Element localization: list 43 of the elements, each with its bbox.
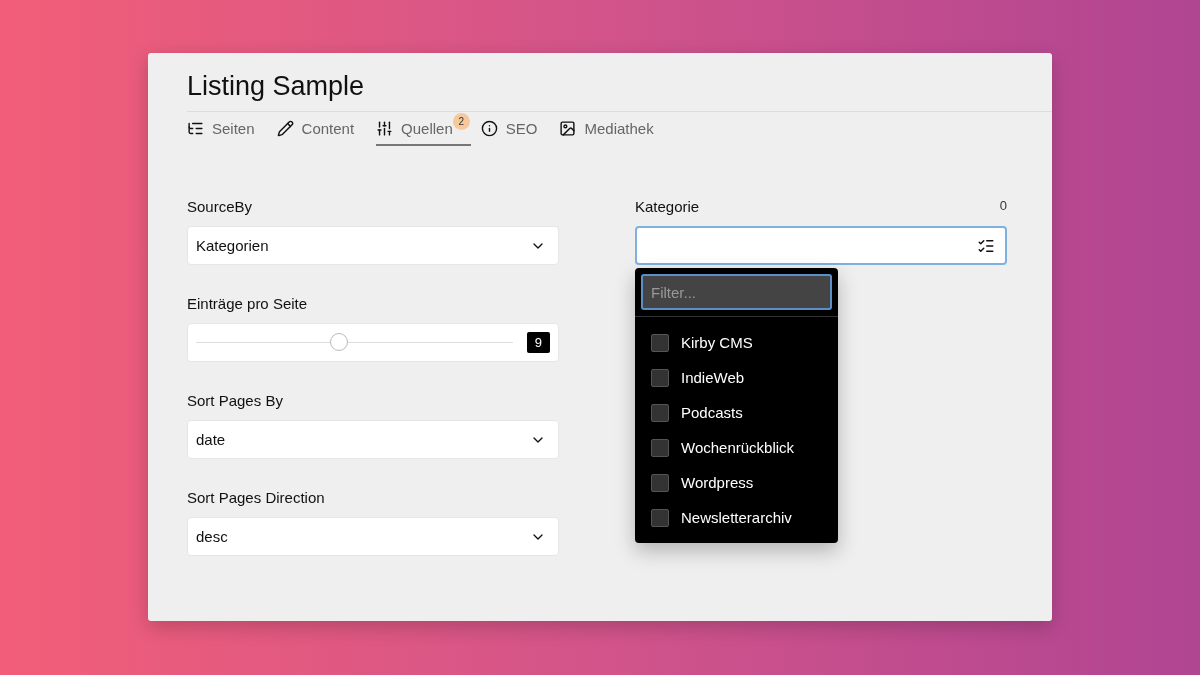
- option-item[interactable]: Podcasts: [635, 395, 838, 430]
- page-title: Listing Sample: [187, 70, 366, 103]
- sliders-icon: [376, 120, 394, 137]
- tab[interactable]: Seiten: [187, 112, 267, 146]
- tab[interactable]: SEO: [480, 112, 550, 146]
- select-field[interactable]: Kategorien: [187, 226, 559, 265]
- option-label: Newsletterarchiv: [681, 509, 792, 526]
- field-label: Kategorie: [635, 198, 700, 215]
- checkbox[interactable]: [651, 438, 669, 457]
- option-item[interactable]: IndieWeb: [635, 360, 838, 395]
- filter-field[interactable]: Filter...: [641, 274, 832, 310]
- option-label: Wordpress: [681, 474, 754, 491]
- checkbox[interactable]: [651, 403, 669, 422]
- select-field[interactable]: date: [187, 420, 559, 459]
- select-field[interactable]: desc: [187, 517, 559, 556]
- field-label: Sort Pages By: [187, 392, 284, 409]
- field-label: SourceBy: [187, 198, 254, 215]
- field-label: Einträge pro Seite: [187, 295, 309, 312]
- option-item[interactable]: Wordpress: [635, 465, 838, 500]
- option-label: IndieWeb: [681, 369, 745, 386]
- tab[interactable]: Mediathek: [559, 112, 666, 146]
- checkbox[interactable]: [651, 333, 669, 352]
- image-icon: [559, 120, 577, 137]
- checkbox[interactable]: [651, 473, 669, 492]
- option-label: Kirby CMS: [681, 334, 753, 351]
- field-label: Sort Pages Direction: [187, 489, 326, 506]
- slider-value: 9: [526, 332, 550, 353]
- checkbox[interactable]: [651, 508, 669, 527]
- option-item[interactable]: Kirby CMS: [635, 325, 838, 360]
- count-badge: 2: [452, 113, 470, 130]
- option-item[interactable]: Newsletterarchiv: [635, 500, 838, 535]
- info-icon: [480, 120, 498, 137]
- tree-icon: [187, 120, 204, 137]
- option-item[interactable]: Wochenrückblick: [635, 430, 838, 465]
- pencil-icon: [276, 120, 294, 137]
- option-label: Wochenrückblick: [681, 439, 795, 456]
- selection-counter: 0: [999, 198, 1007, 215]
- checkbox[interactable]: [651, 368, 669, 387]
- slider-thumb[interactable]: [329, 333, 348, 351]
- multiselect-field[interactable]: [635, 226, 1007, 265]
- tab[interactable]: Content: [276, 112, 367, 146]
- option-label: Podcasts: [681, 404, 743, 421]
- tab[interactable]: Quellen 2: [376, 112, 471, 146]
